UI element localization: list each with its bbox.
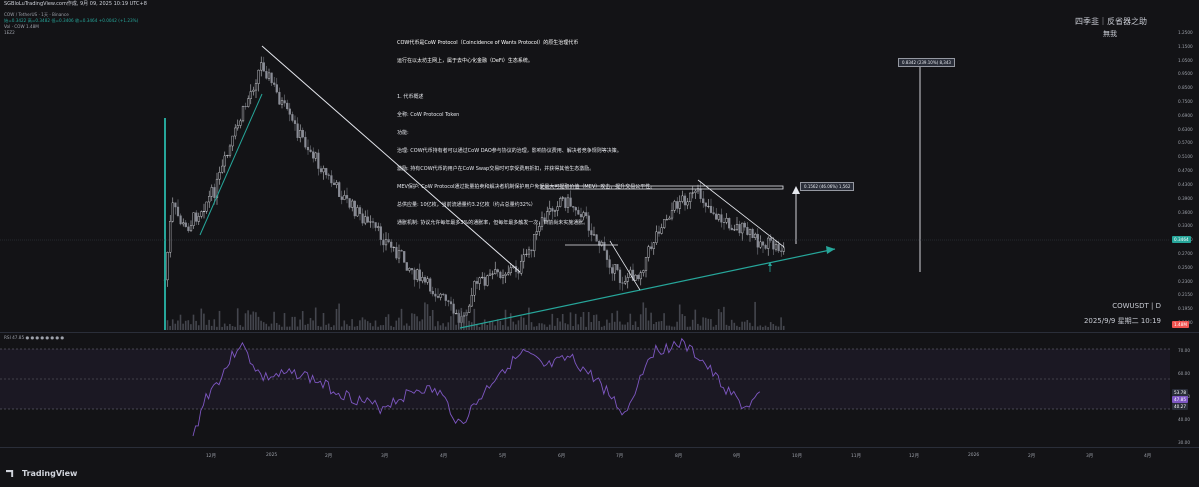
annotation-subheading: 运行在以太坊主网上，属于去中心化金融（DeFi）生态系统。	[397, 58, 533, 64]
time-axis-label: 12月	[909, 454, 919, 459]
measure-label-small[interactable]: 0.1562 (46.06%) 1,562	[800, 182, 855, 191]
time-axis-label: 4月	[440, 454, 448, 459]
annotation-heading: COW代币是CoW Protocol（Coincidence of Wants …	[397, 40, 579, 46]
snapshot-header: SGBloLuTradingView.com作成, 9月 09, 2025 10…	[4, 1, 147, 7]
volume-tag: 1.48M	[1172, 321, 1189, 328]
rsi-axis-tick: 60.00	[1178, 371, 1190, 376]
annotation-line: 通胀机制: 协议允许每年最多3%的通胀率，但每年最多触发一次，目前尚未实施通胀。	[397, 220, 589, 226]
time-axis-label: 3月	[381, 454, 389, 459]
legend-extra: 1EZ2	[4, 30, 15, 35]
price-axis-tick: 0.1950	[1178, 306, 1193, 312]
time-axis-label: 6月	[558, 454, 566, 459]
last-price-tag: 0.3464	[1172, 236, 1191, 243]
rsi-tag-2: 47.85	[1172, 396, 1188, 403]
price-axis-tick: 0.5100	[1178, 154, 1193, 160]
chart-symbol-label: COWUSDT | D	[1112, 302, 1161, 310]
tradingview-icon	[6, 470, 14, 477]
annotation-line: 功能:	[397, 130, 409, 136]
rsi-panel[interactable]	[0, 333, 1170, 445]
price-axis-tick: 0.6300	[1178, 126, 1193, 132]
price-axis-tick: 1.2500	[1178, 30, 1193, 35]
price-axis-tick: 0.3600	[1178, 209, 1193, 215]
price-axis-tick: 0.4700	[1178, 168, 1193, 174]
time-axis-label: 9月	[733, 454, 741, 459]
measure-label-large[interactable]: 0.8342 (239.10%) 8,343	[898, 58, 955, 67]
price-axis-tick: 1.1500	[1178, 43, 1193, 49]
rsi-legend[interactable]: RSI 47.85 ● ● ● ● ● ● ● ●	[4, 335, 64, 340]
annotation-line: 治理: COW代币持有者可以通过CoW DAO参与协议的治理，影响协议费用、解决…	[397, 148, 622, 154]
time-axis-label: 2026	[968, 453, 980, 458]
annotation-line: 总供应量: 10亿枚，当前流通量约3.2亿枚（约占总量约32%）	[397, 202, 536, 208]
chart-datetime-label: 2025/9/9 星期二 10:19	[1083, 317, 1161, 325]
time-axis-label: 2月	[1028, 454, 1036, 459]
price-axis-tick: 0.5700	[1178, 140, 1193, 146]
time-axis-label: 2月	[325, 454, 333, 459]
watermark-sub: 無我	[1103, 30, 1117, 38]
time-axis-label: 11月	[851, 454, 861, 459]
annotation-line: MEV保护: CoW Protocol通过批量拍卖和解决者机制保护用户免受最大可…	[397, 184, 656, 190]
price-axis-tick: 0.2700	[1178, 250, 1193, 256]
time-axis-label: 12月	[206, 454, 216, 459]
rsi-tag-1: 53.78	[1172, 389, 1188, 396]
watermark-author: 四季韭｜反省器之助	[1075, 17, 1147, 26]
price-axis-tick: 0.2500	[1178, 264, 1193, 270]
price-axis-tick: 0.3900	[1178, 195, 1193, 201]
time-axis-label: 7月	[616, 454, 624, 459]
rsi-axis-tick: 30.00	[1178, 440, 1190, 445]
price-axis-tick: 0.6900	[1178, 112, 1193, 118]
time-axis[interactable]: 12月 2025 2月 3月 4月 5月 6月 7月 8月 9月 10月 11月 12月 2026 2月 3月…	[0, 450, 1170, 460]
annotation-line: 激励: 持有COW代币的用户在CoW Swap交易时可享受费用折扣，并获得其他生…	[397, 166, 595, 172]
tradingview-logo[interactable]: TradingView	[6, 469, 77, 478]
rsi-axis-tick: 40.00	[1178, 417, 1190, 422]
annotation-line: 全称: CoW Protocol Token	[397, 112, 460, 118]
time-axis-label: 2025	[266, 453, 278, 458]
price-axis-tick: 0.8500	[1178, 85, 1193, 91]
price-axis-tick: 0.9500	[1178, 71, 1193, 77]
text-annotation[interactable]: COW代币是CoW Protocol（Coincidence of Wants …	[397, 28, 655, 238]
support-arrowhead	[826, 246, 835, 254]
time-axis-label: 3月	[1086, 454, 1094, 459]
chart-legend: COW / TetherUS · 1天 · Binance 始=0.3422 高…	[4, 12, 138, 36]
price-axis-tick: 0.2300	[1178, 278, 1193, 284]
time-axis-label: 10月	[792, 454, 802, 459]
rsi-axis-tick: 70.00	[1178, 348, 1190, 353]
price-axis[interactable]: 1.2500 1.1500 1.0500 0.9500 0.8500 0.7500 0.69…	[1170, 10, 1199, 331]
rsi-tag-3: 40.27	[1172, 403, 1188, 410]
annotation-line: 1. 代币概述	[397, 94, 424, 100]
time-axis-label: 4月	[1144, 454, 1152, 459]
tradingview-window: SGBloLuTradingView.com作成, 9月 09, 2025 10…	[0, 0, 1199, 487]
price-axis-tick: 0.2150	[1178, 292, 1193, 298]
price-axis-tick: 0.7500	[1178, 99, 1193, 105]
price-axis-tick: 0.3300	[1178, 223, 1193, 229]
trendline-early-up	[199, 93, 263, 236]
price-axis-tick: 1.0500	[1178, 57, 1193, 63]
time-axis-label: 5月	[499, 454, 507, 459]
time-axis-label: 8月	[675, 454, 683, 459]
trendline-mini-2	[697, 179, 785, 248]
price-axis-tick: 0.4300	[1178, 181, 1193, 187]
